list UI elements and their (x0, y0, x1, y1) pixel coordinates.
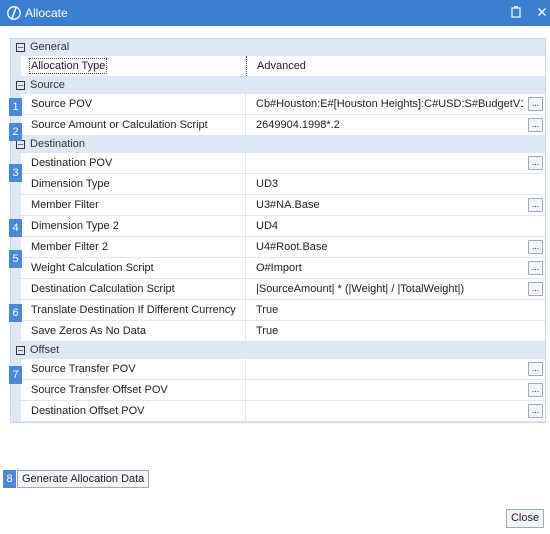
category-general[interactable]: − General (11, 39, 545, 56)
property-row-dimension-type[interactable]: Dimension Type UD3 (11, 174, 545, 195)
close-button[interactable]: Close (506, 509, 544, 528)
property-value[interactable]: U3#NA.Base (256, 199, 320, 211)
title-bar: Allocate (0, 0, 550, 26)
ellipsis-button[interactable]: ... (528, 198, 543, 212)
callout-badge-1: 1 (9, 98, 22, 116)
property-row-translate-destination[interactable]: Translate Destination If Different Curre… (11, 300, 545, 321)
restore-icon[interactable] (509, 6, 523, 20)
property-name: Translate Destination If Different Curre… (31, 304, 236, 316)
property-row-member-filter-2[interactable]: Member Filter 2 U4#Root.Base... (11, 237, 545, 258)
category-label: General (30, 41, 70, 53)
callout-badge-5: 5 (9, 250, 22, 268)
property-value[interactable]: 2649904.1998*.2 (256, 119, 340, 131)
ellipsis-button[interactable]: ... (528, 97, 543, 111)
ellipsis-button[interactable]: ... (528, 156, 543, 170)
ellipsis-button[interactable]: ... (528, 383, 543, 397)
callout-badge-6: 6 (9, 304, 22, 322)
callout-badge-4: 4 (9, 219, 22, 237)
property-row-source-transfer-offset-pov[interactable]: Source Transfer Offset POV ... (11, 380, 545, 401)
property-row-source-pov[interactable]: Source POV Cb#Houston:E#[Houston Heights… (11, 94, 545, 115)
property-name: Destination Offset POV (31, 405, 145, 417)
ellipsis-button[interactable]: ... (528, 240, 543, 254)
property-value[interactable]: U4#Root.Base (256, 241, 328, 253)
property-row-destination-calc-script[interactable]: Destination Calculation Script |SourceAm… (11, 279, 545, 300)
property-name: Destination Calculation Script (31, 283, 175, 295)
generate-allocation-data-button[interactable]: Generate Allocation Data (17, 470, 150, 488)
category-offset[interactable]: − Offset (11, 342, 545, 359)
collapse-toggle-icon[interactable]: − (16, 42, 25, 52)
window-title: Allocate (25, 6, 68, 20)
property-name: Dimension Type 2 (31, 220, 119, 232)
property-name: Save Zeros As No Data (31, 325, 146, 337)
onestream-logo-icon (7, 6, 21, 20)
property-name: Source Amount or Calculation Script (31, 119, 208, 131)
ellipsis-button[interactable]: ... (528, 404, 543, 418)
property-name: Allocation Type (28, 58, 108, 74)
ellipsis-button[interactable]: ... (528, 282, 543, 296)
property-value[interactable]: |SourceAmount| * (|Weight| / |TotalWeigh… (256, 283, 464, 295)
property-row-save-zeros[interactable]: Save Zeros As No Data True (11, 321, 545, 342)
category-destination[interactable]: − Destination (11, 136, 545, 153)
category-label: Offset (30, 344, 60, 356)
property-grid: − General Allocation Type Advanced − Sourc… (10, 38, 546, 423)
property-row-weight-script[interactable]: Weight Calculation Script O#Import... (11, 258, 545, 279)
property-name: Source POV (31, 98, 93, 110)
property-name: Source Transfer Offset POV (31, 384, 168, 396)
property-name: Source Transfer POV (31, 363, 136, 375)
collapse-toggle-icon[interactable]: − (16, 345, 25, 355)
property-value[interactable]: O#Import (256, 262, 302, 274)
property-row-dimension-type-2[interactable]: Dimension Type 2 UD4 (11, 216, 545, 237)
property-row-allocation-type[interactable]: Allocation Type Advanced (11, 56, 545, 77)
ellipsis-button[interactable]: ... (528, 118, 543, 132)
property-value[interactable]: Advanced (257, 60, 306, 72)
property-name: Dimension Type (31, 178, 110, 190)
property-name: Member Filter (31, 199, 99, 211)
property-row-member-filter[interactable]: Member Filter U3#NA.Base... (11, 195, 545, 216)
callout-badge-3: 3 (9, 164, 22, 182)
property-row-destination-pov[interactable]: Destination POV ... (11, 153, 545, 174)
category-label: Destination (30, 138, 86, 150)
property-row-source-amount[interactable]: Source Amount or Calculation Script 2649… (11, 115, 545, 136)
property-row-destination-offset-pov[interactable]: Destination Offset POV ... (11, 401, 545, 422)
ellipsis-button[interactable]: ... (528, 362, 543, 376)
callout-badge-8: 8 (3, 470, 16, 488)
property-value[interactable]: UD3 (256, 178, 278, 190)
property-name: Member Filter 2 (31, 241, 109, 253)
close-icon[interactable] (535, 6, 549, 20)
property-value[interactable]: Cb#Houston:E#[Houston Heights]:C#USD:S#B… (256, 98, 523, 110)
category-label: Source (30, 79, 65, 91)
property-row-source-transfer-pov[interactable]: Source Transfer POV ... (11, 359, 545, 380)
callout-badge-2: 2 (9, 123, 22, 141)
property-value[interactable]: True (256, 304, 278, 316)
property-name: Weight Calculation Script (31, 262, 154, 274)
property-value[interactable]: True (256, 325, 278, 337)
ellipsis-button[interactable]: ... (528, 261, 543, 275)
callout-badge-7: 7 (9, 366, 22, 384)
collapse-toggle-icon[interactable]: − (16, 80, 25, 90)
property-value[interactable]: UD4 (256, 220, 278, 232)
property-name: Destination POV (31, 157, 113, 169)
category-source[interactable]: − Source (11, 77, 545, 94)
